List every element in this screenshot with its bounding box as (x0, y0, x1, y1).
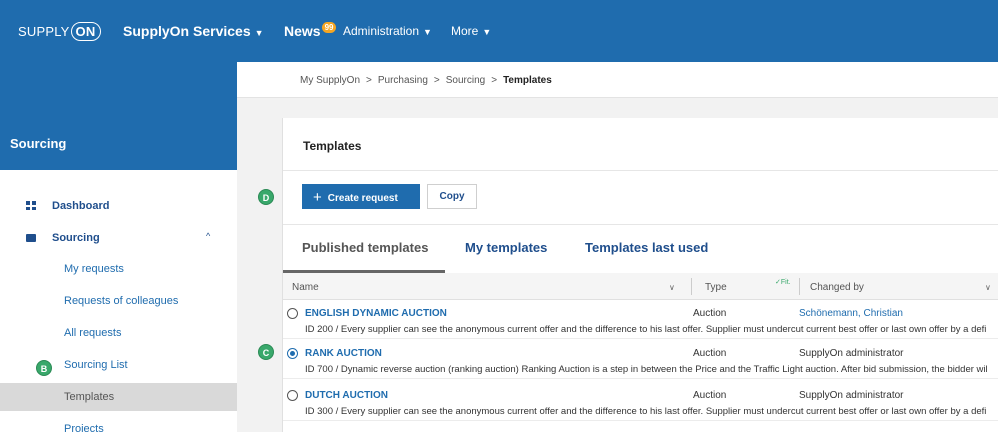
tab-my-templates[interactable]: My templates (465, 240, 547, 255)
sidebar-item-label: Dashboard (52, 200, 110, 212)
administration-menu[interactable]: Administration ▼ (343, 24, 432, 38)
logo-suffix: ON (70, 22, 102, 41)
dashboard-icon (26, 201, 36, 210)
divider (283, 224, 998, 225)
sidebar-item-label: Sourcing List (64, 359, 128, 371)
logo-prefix: SUPPLY (18, 24, 70, 39)
template-type: Auction (693, 348, 727, 359)
fit-columns-toggle[interactable]: ✓Fit. (775, 278, 791, 286)
breadcrumb-item[interactable]: Purchasing (378, 75, 428, 86)
template-name-link[interactable]: RANK AUCTION (305, 348, 382, 359)
marker-d: D (258, 189, 274, 205)
tab-published-templates[interactable]: Published templates (302, 240, 428, 255)
breadcrumb: My SupplyOn > Purchasing > Sourcing > Template… (300, 75, 552, 86)
changed-by: SupplyOn administrator (799, 348, 904, 359)
column-divider (691, 278, 692, 295)
sidebar: Dashboard Sourcing ^ My requests Request… (0, 170, 237, 432)
template-name-link[interactable]: DUTCH AUCTION (305, 390, 388, 401)
sidebar-item-label: Sourcing (52, 232, 100, 244)
breadcrumb-item[interactable]: My SupplyOn (300, 75, 360, 86)
chevron-down-icon: ▼ (482, 27, 492, 37)
administration-label: Administration (343, 24, 420, 38)
sidebar-item-all-requests[interactable]: All requests (0, 319, 237, 347)
sidebar-item-label: Requests of colleagues (64, 295, 179, 307)
changed-by: SupplyOn administrator (799, 390, 904, 401)
sidebar-item-label: All requests (64, 327, 122, 339)
sidebar-title: Sourcing (10, 136, 67, 151)
create-request-label: Create request (327, 193, 398, 204)
template-description: ID 200 / Every supplier can see the anon… (305, 324, 987, 335)
tab-templates-last-used[interactable]: Templates last used (585, 240, 708, 255)
breadcrumb-current: Templates (503, 75, 552, 86)
sidebar-item-sourcing[interactable]: Sourcing ^ (0, 224, 237, 252)
column-header-name[interactable]: Name (292, 282, 319, 293)
column-divider (799, 278, 800, 295)
more-label: More (451, 24, 479, 38)
top-navigation-bar: SUPPLY ON SupplyOn Services ▼ News 99 Admin… (0, 0, 998, 62)
news-label: News (284, 23, 321, 39)
services-label: SupplyOn Services (123, 23, 251, 39)
news-count-badge: 99 (321, 22, 337, 33)
row-radio[interactable] (287, 390, 298, 401)
template-type: Auction (693, 308, 727, 319)
marker-b: B (36, 360, 52, 376)
table-row[interactable]: RANK AUCTION Auction SupplyOn administra… (283, 344, 998, 379)
copy-button[interactable]: Copy (427, 184, 477, 209)
news-menu[interactable]: News 99 (284, 22, 337, 39)
sidebar-item-templates[interactable]: Templates (0, 383, 237, 411)
column-header-type[interactable]: Type (705, 282, 727, 293)
sidebar-header (0, 62, 237, 170)
breadcrumb-separator: > (366, 75, 372, 86)
sidebar-item-requests-of-colleagues[interactable]: Requests of colleagues (0, 287, 237, 315)
divider (283, 170, 998, 171)
template-type: Auction (693, 390, 727, 401)
row-radio-selected[interactable] (287, 348, 298, 359)
template-name-link[interactable]: ENGLISH DYNAMIC AUCTION (305, 308, 447, 319)
column-header-changed-by[interactable]: Changed by (810, 282, 864, 293)
sidebar-item-dashboard[interactable]: Dashboard (0, 192, 237, 220)
chevron-down-icon[interactable]: ∨ (669, 283, 675, 292)
more-menu[interactable]: More ▼ (451, 24, 491, 38)
table-header: Name ∨ Type ✓Fit. Changed by ∨ (283, 273, 998, 300)
sidebar-item-label: Projects (64, 423, 104, 432)
chevron-down-icon: ▼ (254, 28, 264, 38)
sidebar-item-my-requests[interactable]: My requests (0, 255, 237, 283)
folder-icon (26, 234, 36, 242)
create-request-button[interactable]: + Create request (302, 184, 420, 209)
templates-panel: Templates + Create request Copy Published… (282, 118, 998, 432)
breadcrumb-separator: > (491, 75, 498, 86)
table-row[interactable]: DUTCH AUCTION Auction SupplyOn administr… (283, 386, 998, 421)
sidebar-item-label: Templates (64, 391, 115, 403)
table-row[interactable]: ENGLISH DYNAMIC AUCTION Auction Schönema… (283, 304, 998, 339)
template-description: ID 700 / Dynamic reverse auction (rankin… (305, 364, 988, 375)
plus-icon: + (313, 189, 322, 206)
page-title: Templates (303, 139, 362, 153)
row-radio[interactable] (287, 308, 298, 319)
breadcrumb-separator: > (433, 75, 440, 86)
breadcrumb-bar: My SupplyOn > Purchasing > Sourcing > Template… (237, 62, 998, 98)
sidebar-item-projects[interactable]: Projects (0, 415, 237, 432)
supplyon-logo[interactable]: SUPPLY ON (18, 22, 102, 41)
changed-by-link[interactable]: Schönemann, Christian (799, 308, 903, 319)
template-description: ID 300 / Every supplier can see the anon… (305, 406, 987, 417)
chevron-down-icon: ▼ (423, 27, 432, 37)
chevron-up-icon[interactable]: ^ (206, 231, 210, 241)
supplyon-services-menu[interactable]: SupplyOn Services ▼ (123, 23, 264, 39)
chevron-down-icon[interactable]: ∨ (985, 283, 991, 292)
sidebar-item-label: My requests (64, 263, 124, 275)
marker-c: C (258, 344, 274, 360)
breadcrumb-item[interactable]: Sourcing (446, 75, 485, 86)
